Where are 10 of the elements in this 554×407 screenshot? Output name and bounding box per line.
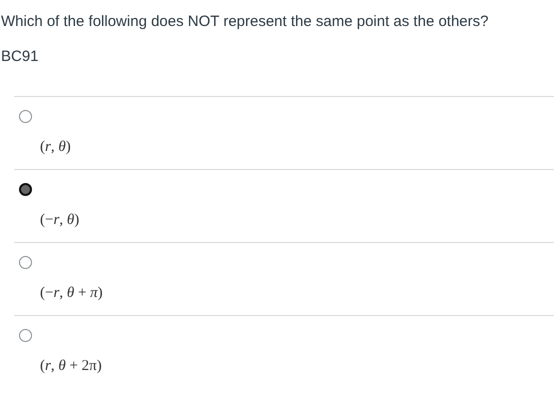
radio-button[interactable]	[19, 183, 32, 196]
answer-option: (r, θ + 2π)	[40, 358, 102, 375]
question-code: BC91	[0, 47, 40, 67]
answer-option: (−r, θ)	[40, 212, 80, 229]
radio-button[interactable]	[19, 256, 32, 269]
answer-option: (−r, θ + π)	[40, 285, 103, 302]
question-text: Which of the following does NOT represent the same point as the others?	[0, 12, 490, 32]
answer-option: (r, θ)	[40, 139, 71, 156]
radio-button[interactable]	[19, 110, 32, 123]
radio-button[interactable]	[19, 329, 32, 342]
